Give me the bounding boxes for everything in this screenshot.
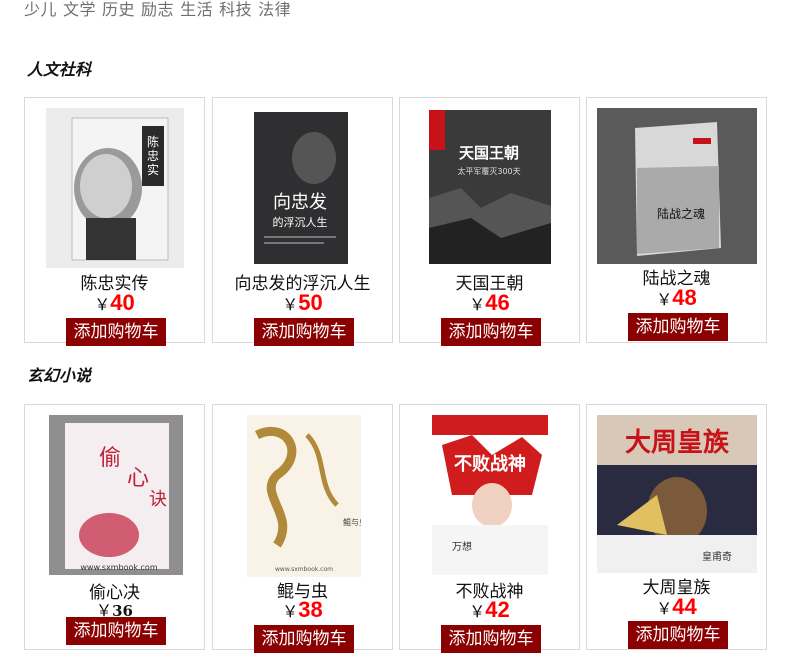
book-card: 偷 心 诀 www.sxmbook.com 偷心决 ￥36 添加购物车 [24,404,205,650]
svg-text:www.sxmbook.com: www.sxmbook.com [80,563,157,572]
book-cover-image[interactable]: 不败战神 万想 [432,415,548,575]
currency-symbol: ￥ [656,599,673,618]
book-price: 50 [298,290,323,315]
svg-text:皇甫奇: 皇甫奇 [702,550,732,563]
svg-text:太平军覆灭300天: 太平军覆灭300天 [457,166,520,176]
add-to-cart-button[interactable]: 添加购物车 [66,318,166,346]
svg-text:天国王朝: 天国王朝 [459,144,519,162]
book-card: 不败战神 万想 不败战神 ￥42 添加购物车 [399,404,580,653]
nav-link-law[interactable]: 法律 [258,0,291,19]
add-to-cart-button[interactable]: 添加购物车 [441,318,541,346]
svg-text:大周皇族: 大周皇族 [625,427,730,458]
add-to-cart-button[interactable]: 添加购物车 [441,625,541,653]
book-cover-image[interactable]: 大周皇族 皇甫奇 [597,415,757,573]
nav-link-life[interactable]: 生活 [180,0,213,19]
section-title-humanities: 人文社科 [27,60,92,79]
price-row: ￥48 [587,285,766,311]
svg-text:实: 实 [147,162,159,177]
currency-symbol: ￥ [94,295,111,314]
svg-text:陈: 陈 [147,134,159,149]
book-grid-humanities: 陈 忠 实 陈忠实传 ￥40 添加购物车 向忠发 的浮沉人生 向忠发的浮沉人生 [24,97,770,347]
book-price: 48 [672,285,697,310]
add-to-cart-button[interactable]: 添加购物车 [254,318,354,346]
svg-text:忠: 忠 [147,149,159,163]
category-nav: 少儿 文学 历史 励志 生活 科技 法律 [24,0,297,20]
nav-link-inspiration[interactable]: 励志 [141,0,174,19]
nav-link-technology[interactable]: 科技 [219,0,252,19]
book-price: 44 [672,594,697,619]
price-row: ￥44 [587,594,766,620]
svg-text:陆战之魂: 陆战之魂 [657,206,705,221]
price-row: ￥42 [400,597,579,623]
book-card: 陈 忠 实 陈忠实传 ￥40 添加购物车 [24,97,205,346]
price-row: ￥50 [213,290,392,316]
nav-link-children[interactable]: 少儿 [24,0,57,19]
svg-text:万想: 万想 [452,540,472,553]
book-grid-fantasy: 偷 心 诀 www.sxmbook.com 偷心决 ￥36 添加购物车 鲲与虫 … [24,404,770,654]
add-to-cart-button[interactable]: 添加购物车 [66,617,166,645]
section-title-fantasy: 玄幻小说 [27,366,92,385]
book-card: 陆战之魂 陆战之魂 ￥48 添加购物车 [586,97,767,343]
book-card: 鲲与虫 www.sxmbook.com 鲲与虫 ￥38 添加购物车 [212,404,393,653]
nav-link-history[interactable]: 历史 [102,0,135,19]
price-row: ￥38 [213,597,392,623]
book-price: 46 [485,290,510,315]
book-cover-image[interactable]: 向忠发 的浮沉人生 [234,108,372,268]
currency-symbol: ￥ [469,602,486,621]
svg-text:www.sxmbook.com: www.sxmbook.com [275,566,333,573]
svg-text:向忠发: 向忠发 [273,192,327,213]
book-card: 天国王朝 太平军覆灭300天 天国王朝 ￥46 添加购物车 [399,97,580,346]
add-to-cart-button[interactable]: 添加购物车 [628,313,728,341]
svg-text:不败战神: 不败战神 [454,453,526,475]
currency-symbol: ￥ [282,295,299,314]
svg-text:心: 心 [127,466,149,491]
currency-symbol: ￥ [469,295,486,314]
svg-text:诀: 诀 [149,489,167,510]
book-cover-image[interactable]: 陆战之魂 [597,108,757,264]
svg-text:的浮沉人生: 的浮沉人生 [273,215,328,229]
nav-link-literature[interactable]: 文学 [63,0,96,19]
add-to-cart-button[interactable]: 添加购物车 [628,621,728,649]
book-cover-image[interactable]: 偷 心 诀 www.sxmbook.com [49,415,183,575]
add-to-cart-button[interactable]: 添加购物车 [254,625,354,653]
book-price: 38 [298,597,323,622]
book-cover-image[interactable]: 鲲与虫 www.sxmbook.com [247,415,361,577]
price-row: ￥46 [400,290,579,316]
book-price: 42 [485,597,510,622]
currency-symbol: ￥ [282,602,299,621]
price-row: ￥40 [25,290,204,316]
book-cover-image[interactable]: 天国王朝 太平军覆灭300天 [421,108,559,268]
book-card: 向忠发 的浮沉人生 向忠发的浮沉人生 ￥50 添加购物车 [212,97,393,346]
book-cover-image[interactable]: 陈 忠 实 [46,108,184,268]
book-card: 大周皇族 皇甫奇 大周皇族 ￥44 添加购物车 [586,404,767,650]
svg-text:偷: 偷 [99,446,121,471]
svg-text:鲲与虫: 鲲与虫 [343,517,361,527]
book-price: 40 [110,290,135,315]
currency-symbol: ￥ [656,290,673,309]
